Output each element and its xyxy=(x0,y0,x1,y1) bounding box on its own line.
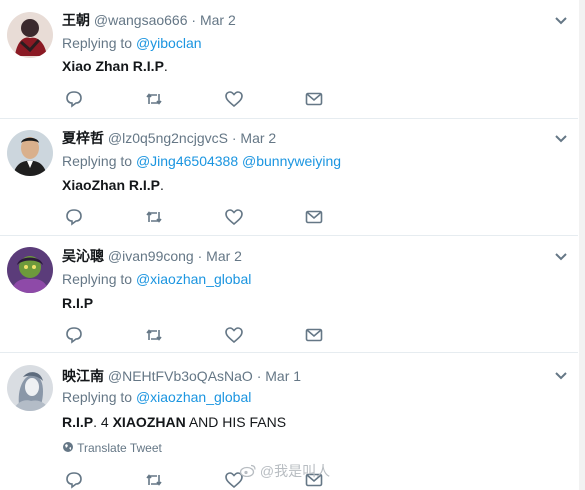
tweet-text: R.I.P. 4 XIAOZHAN AND HIS FANS xyxy=(62,414,286,430)
avatar[interactable] xyxy=(7,12,53,58)
tweet-header: 吴沁聰 @ivan99cong · Mar 2 xyxy=(62,246,242,266)
user-handle[interactable]: @wangsao666 xyxy=(94,12,188,28)
tweet-date[interactable]: Mar 2 xyxy=(240,130,276,146)
globe-icon xyxy=(63,442,73,452)
separator: · xyxy=(191,12,197,28)
replying-to-label: Replying to xyxy=(62,35,133,51)
replying-to-label: Replying to xyxy=(62,153,133,169)
like-icon[interactable] xyxy=(224,207,244,227)
tweet[interactable]: 王朝 @wangsao666 · Mar 2 Replying to @yibo… xyxy=(0,0,578,119)
reply-icon[interactable] xyxy=(64,89,84,109)
display-name[interactable]: 夏梓哲 xyxy=(62,131,104,147)
dm-icon[interactable] xyxy=(304,207,324,227)
chevron-down-icon[interactable] xyxy=(552,11,570,29)
tweet-date[interactable]: Mar 2 xyxy=(206,248,242,264)
avatar[interactable] xyxy=(7,130,53,176)
tweet-text: R.I.P xyxy=(62,295,93,311)
reply-icon[interactable] xyxy=(64,325,84,345)
tweet[interactable]: 夏梓哲 @lz0q5ng2ncjgvcS · Mar 2 Replying to… xyxy=(0,118,578,236)
dm-icon[interactable] xyxy=(304,325,324,345)
scrollbar[interactable] xyxy=(579,0,585,490)
display-name[interactable]: 映江南 xyxy=(62,369,104,385)
replying-to: Replying to @yiboclan xyxy=(62,35,202,51)
dm-icon[interactable] xyxy=(304,89,324,109)
separator: · xyxy=(231,130,237,146)
tweet-text-bold: R.I.P xyxy=(62,295,94,311)
mention-link[interactable]: @xiaozhan_global xyxy=(136,271,251,287)
avatar[interactable] xyxy=(7,365,53,411)
tweet-date[interactable]: Mar 2 xyxy=(200,12,236,28)
tweet-date[interactable]: Mar 1 xyxy=(265,368,301,384)
tweet-header: 映江南 @NEHtFVb3oQAsNaO · Mar 1 xyxy=(62,366,301,386)
user-handle[interactable]: @NEHtFVb3oQAsNaO xyxy=(108,368,253,384)
mention-link[interactable]: @xiaozhan_global xyxy=(136,389,251,405)
like-icon[interactable] xyxy=(224,89,244,109)
like-icon[interactable] xyxy=(224,325,244,345)
tweet-text-bold: Xiao Zhan R.I.P xyxy=(62,58,164,74)
mention-link[interactable]: @bunnyweiying xyxy=(242,153,341,169)
reply-icon[interactable] xyxy=(64,470,84,490)
separator: · xyxy=(256,368,262,384)
separator: · xyxy=(197,248,203,264)
retweet-icon[interactable] xyxy=(144,470,164,490)
watermark: @我是叫人 xyxy=(239,461,331,481)
display-name[interactable]: 王朝 xyxy=(62,13,90,29)
chevron-down-icon[interactable] xyxy=(552,366,570,384)
tweet-header: 王朝 @wangsao666 · Mar 2 xyxy=(62,10,236,30)
reply-icon[interactable] xyxy=(64,207,84,227)
replying-to: Replying to @xiaozhan_global xyxy=(62,271,251,287)
tweet-text: Xiao Zhan R.I.P. xyxy=(62,58,168,74)
tweet-text-bold: R.I.P xyxy=(62,414,94,430)
retweet-icon[interactable] xyxy=(144,325,164,345)
chevron-down-icon[interactable] xyxy=(552,129,570,147)
translate-tweet-label: Translate Tweet xyxy=(77,441,162,455)
tweet[interactable]: 吴沁聰 @ivan99cong · Mar 2 Replying to @xia… xyxy=(0,235,578,353)
tweet-header: 夏梓哲 @lz0q5ng2ncjgvcS · Mar 2 xyxy=(62,128,276,148)
tweet-text: XiaoZhan R.I.P. xyxy=(62,177,164,193)
tweet-text-bold: XiaoZhan R.I.P xyxy=(62,177,161,193)
mention-link[interactable]: @Jing46504388 xyxy=(136,153,238,169)
replying-to-label: Replying to xyxy=(62,271,133,287)
tweet-text-bold: XIAOZHAN xyxy=(112,414,186,430)
tweet-text-plain: AND HIS FANS xyxy=(185,414,287,430)
tweet-text-plain: . xyxy=(160,177,164,193)
retweet-icon[interactable] xyxy=(144,89,164,109)
replying-to: Replying to @Jing46504388 @bunnyweiying xyxy=(62,153,341,169)
retweet-icon[interactable] xyxy=(144,207,164,227)
replying-to: Replying to @xiaozhan_global xyxy=(62,389,251,405)
translate-tweet-link[interactable]: Translate Tweet xyxy=(62,441,162,455)
chevron-down-icon[interactable] xyxy=(552,247,570,265)
user-handle[interactable]: @ivan99cong xyxy=(108,248,194,264)
avatar[interactable] xyxy=(7,247,53,293)
tweet-text-plain: . 4 xyxy=(93,414,113,430)
tweet-text-plain: . xyxy=(163,58,168,74)
replying-to-label: Replying to xyxy=(62,389,133,405)
mention-link[interactable]: @yiboclan xyxy=(136,35,202,51)
user-handle[interactable]: @lz0q5ng2ncjgvcS xyxy=(108,130,228,146)
weibo-icon xyxy=(239,464,256,478)
display-name[interactable]: 吴沁聰 xyxy=(62,249,104,265)
watermark-text: @我是叫人 xyxy=(259,463,331,479)
